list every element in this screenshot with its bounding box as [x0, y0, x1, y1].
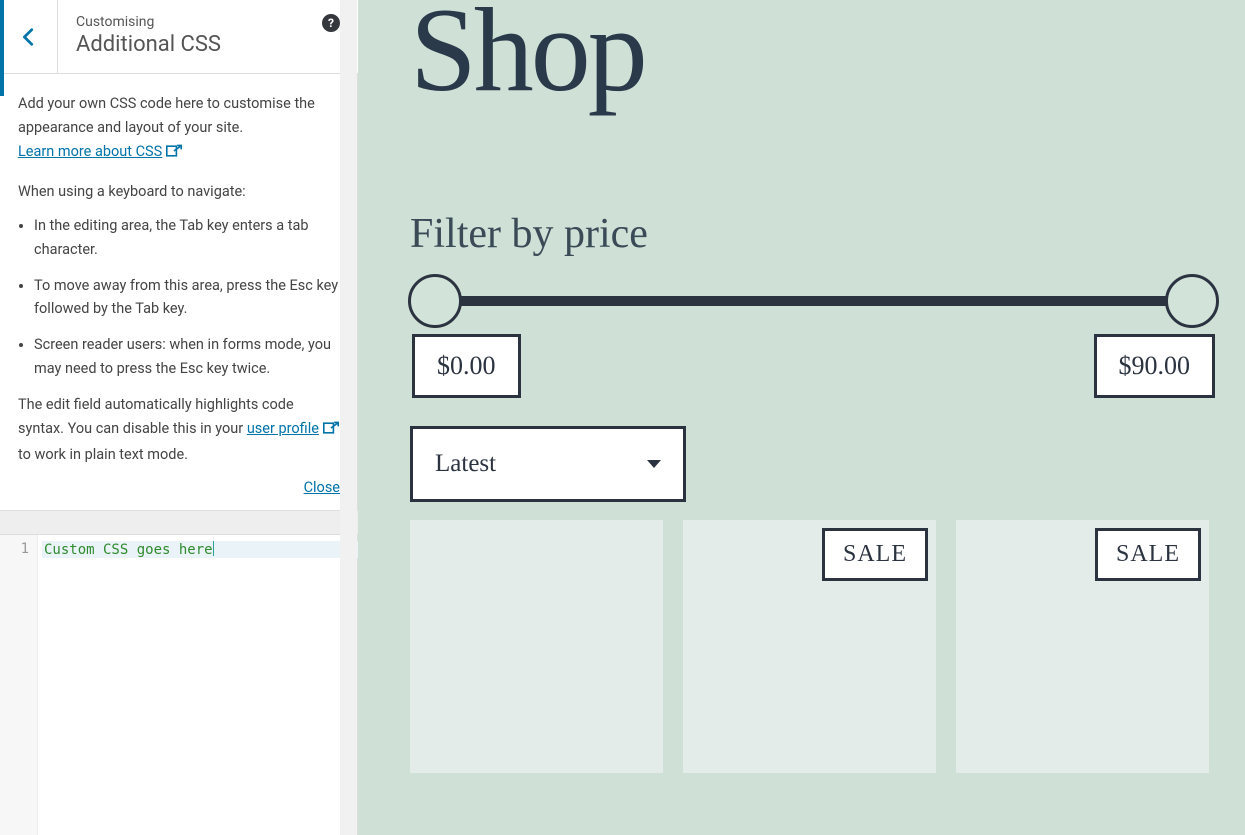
editor-content: Custom CSS goes here	[44, 542, 213, 558]
line-number: 1	[0, 541, 29, 557]
external-link-icon	[166, 142, 182, 166]
sidebar-scrollbar[interactable]	[340, 0, 357, 835]
sale-badge: SALE	[1095, 528, 1201, 581]
panel-header: Customising Additional CSS ?	[0, 0, 358, 74]
chevron-left-icon	[18, 26, 40, 48]
product-card[interactable]: WORDPRESS	[410, 520, 663, 773]
slider-handle-max[interactable]	[1165, 274, 1219, 328]
external-link-icon	[323, 419, 339, 443]
slider-handle-min[interactable]	[408, 274, 462, 328]
syntax-post: to work in plain text mode.	[18, 446, 188, 463]
panel-divider	[0, 510, 358, 534]
price-slider[interactable]: $0.00 $90.00	[412, 282, 1215, 382]
learn-css-link[interactable]: Learn more about CSS	[18, 143, 162, 160]
panel-eyebrow: Customising	[76, 14, 340, 30]
editor-gutter: 1	[0, 535, 38, 835]
editor-caret	[213, 541, 214, 556]
back-button[interactable]	[0, 0, 58, 73]
active-accent	[0, 0, 4, 96]
sort-selected-label: Latest	[435, 450, 496, 478]
price-min-label: $0.00	[412, 334, 521, 398]
product-card[interactable]: SALE	[683, 520, 936, 773]
user-profile-link[interactable]: user profile	[247, 420, 319, 437]
price-max-label: $90.00	[1094, 334, 1216, 398]
help-icon[interactable]: ?	[322, 14, 340, 32]
intro-text: Add your own CSS code here to customise …	[18, 95, 315, 136]
chevron-down-icon	[647, 460, 661, 468]
sort-dropdown[interactable]: Latest	[410, 426, 686, 502]
page-title: Shop	[410, 0, 1217, 110]
close-help-link[interactable]: Close	[304, 479, 340, 496]
keyboard-intro: When using a keyboard to navigate:	[18, 180, 340, 204]
css-editor[interactable]: 1 Custom CSS goes here	[0, 534, 358, 835]
product-card[interactable]: SALE	[956, 520, 1209, 773]
hint-item: In the editing area, the Tab key enters …	[34, 214, 340, 262]
slider-track	[432, 296, 1195, 306]
panel-description: Add your own CSS code here to customise …	[0, 74, 358, 475]
product-grid: WORDPRESS SALE	[410, 520, 1217, 773]
hint-item: To move away from this area, press the E…	[34, 274, 340, 322]
panel-title: Additional CSS	[76, 32, 340, 57]
customizer-sidebar: Customising Additional CSS ? Add your ow…	[0, 0, 358, 835]
site-preview: Shop Filter by price $0.00 $90.00 Latest…	[358, 0, 1245, 835]
hint-item: Screen reader users: when in forms mode,…	[34, 333, 340, 381]
sale-badge: SALE	[822, 528, 928, 581]
filter-heading: Filter by price	[410, 210, 1217, 258]
